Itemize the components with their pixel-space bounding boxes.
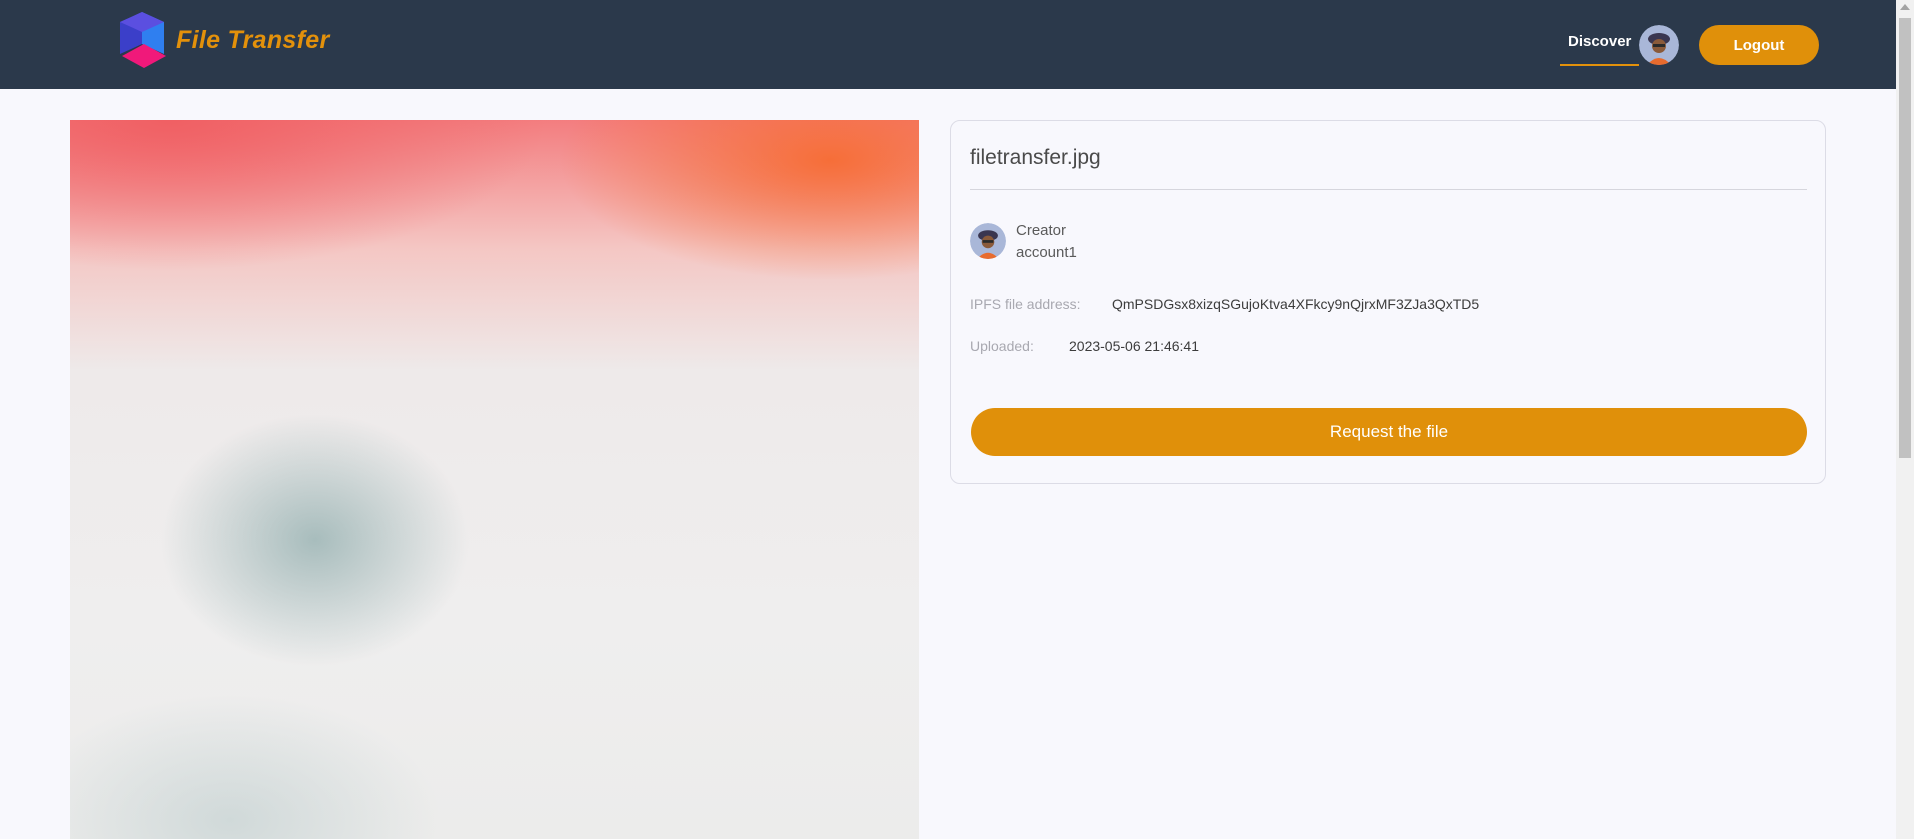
creator-label: Creator: [1016, 222, 1067, 239]
uploaded-value: 2023-05-06 21:46:41: [1069, 338, 1199, 354]
brand[interactable]: File Transfer: [116, 10, 330, 70]
nav-discover-link[interactable]: Discover: [1560, 33, 1640, 66]
divider: [970, 189, 1807, 190]
cube-logo-icon: [120, 12, 166, 68]
file-name-title: filetransfer.jpg: [970, 146, 1101, 169]
creator-name: account1: [1016, 244, 1077, 261]
user-avatar-icon[interactable]: [1639, 25, 1679, 65]
creator-avatar-icon[interactable]: [970, 223, 1006, 259]
top-navbar: File Transfer Discover Logout: [0, 0, 1896, 89]
scroll-up-arrow-icon[interactable]: [1900, 4, 1910, 10]
brand-name: File Transfer: [176, 25, 330, 54]
file-preview-image: [70, 120, 919, 839]
ipfs-address-value: QmPSDGsx8xizqSGujoKtva4XFkcy9nQjrxMF3ZJa…: [1112, 296, 1480, 312]
uploaded-label: Uploaded:: [970, 338, 1034, 354]
request-file-button[interactable]: Request the file: [971, 408, 1807, 456]
file-info-card: filetransfer.jpg Creator account1 IPFS f…: [950, 120, 1826, 484]
scrollbar-thumb[interactable]: [1899, 18, 1911, 458]
logout-button[interactable]: Logout: [1699, 25, 1819, 65]
ipfs-address-label: IPFS file address:: [970, 296, 1081, 312]
